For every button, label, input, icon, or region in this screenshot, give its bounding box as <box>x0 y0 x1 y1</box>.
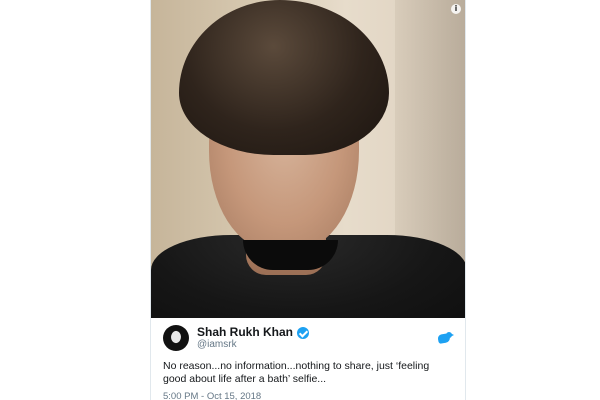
photo-hair <box>179 0 389 155</box>
tweet-body: Shah Rukh Khan @iamsrk No reason...no in… <box>151 318 465 400</box>
tweet-photo[interactable]: i <box>151 0 465 318</box>
page: i Shah Rukh Khan @iamsrk No reason...no … <box>0 0 600 400</box>
info-icon[interactable]: i <box>451 4 461 14</box>
tweet-timestamp[interactable]: 5:00 PM - Oct 15, 2018 <box>163 391 453 400</box>
verified-icon <box>297 326 310 339</box>
user-handle[interactable]: @iamsrk <box>197 339 309 350</box>
name-row: Shah Rukh Khan <box>197 325 310 339</box>
photo-collar <box>243 240 338 270</box>
twitter-icon[interactable] <box>437 331 454 345</box>
twitter-icon-beak <box>450 333 454 337</box>
display-name[interactable]: Shah Rukh Khan <box>197 325 293 339</box>
avatar[interactable] <box>163 325 189 351</box>
tweet-header: Shah Rukh Khan @iamsrk <box>163 324 454 352</box>
tweet-text: No reason...no information...nothing to … <box>163 360 430 385</box>
tweet-card[interactable]: i Shah Rukh Khan @iamsrk No reason...no … <box>150 0 466 400</box>
user-block: Shah Rukh Khan @iamsrk <box>197 325 310 350</box>
